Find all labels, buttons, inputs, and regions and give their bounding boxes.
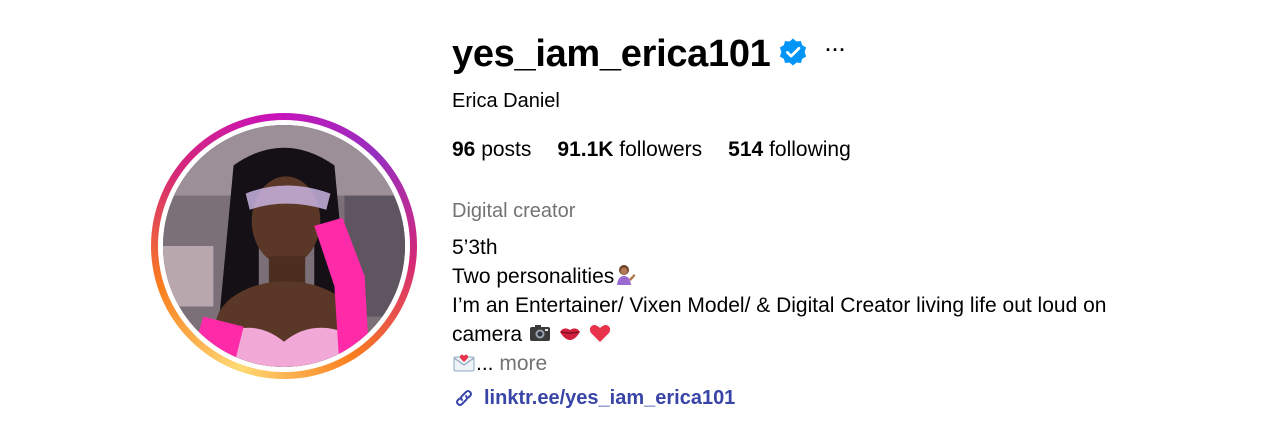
bio-line-personalities: Two personalities <box>452 262 1212 291</box>
kiss-mark-emoji-icon <box>559 328 580 340</box>
verified-badge-icon <box>779 38 807 66</box>
followers-label: followers <box>619 138 703 161</box>
ellipsis-icon: ··· <box>825 40 847 60</box>
posts-label: posts <box>481 138 532 161</box>
full-name: Erica Daniel <box>452 90 560 112</box>
posts-stat: 96 posts <box>452 136 531 164</box>
external-link[interactable]: linktr.ee/yes_iam_erica101 <box>452 384 735 412</box>
followers-count: 91.1K <box>557 138 614 161</box>
bio-line-3-text: I’m an Entertainer/ Vixen Model/ & Digit… <box>452 294 1107 317</box>
bio-line-description: I’m an Entertainer/ Vixen Model/ & Digit… <box>452 291 1212 320</box>
link-icon <box>456 390 472 406</box>
category-label: Digital creator <box>452 200 576 222</box>
profile-header: yes_iam_erica101 ··· Erica Daniel 96 pos… <box>0 0 1279 431</box>
camera-emoji-icon <box>529 325 550 341</box>
ellipsis-text: ... <box>476 352 494 375</box>
woman-tipping-hand-emoji-icon <box>617 265 636 285</box>
love-letter-emoji-icon <box>453 354 475 372</box>
posts-count: 96 <box>452 138 476 161</box>
following-stat[interactable]: 514 following <box>728 136 851 164</box>
bio-more-button[interactable]: more <box>499 352 547 375</box>
profile-stats: 96 posts 91.1K followers 514 following <box>452 136 851 164</box>
following-count: 514 <box>728 138 764 161</box>
red-heart-emoji-icon <box>589 325 610 342</box>
more-options-button[interactable]: ··· <box>822 36 850 64</box>
story-ring-avatar[interactable] <box>151 113 417 379</box>
bio-line-height: 5’3th <box>452 233 1212 262</box>
username[interactable]: yes_iam_erica101 <box>452 30 771 78</box>
link-url-text: linktr.ee/yes_iam_erica101 <box>484 387 736 409</box>
avatar-gap <box>158 120 410 372</box>
bio: 5’3th Two personalities I’m an Entertain… <box>452 233 1212 378</box>
bio-line-truncated: ... more <box>452 349 1212 378</box>
profile-photo <box>163 125 405 367</box>
bio-line-4-text: camera <box>452 323 523 346</box>
followers-stat[interactable]: 91.1K followers <box>557 136 702 164</box>
bio-line-2-text: Two personalities <box>452 265 615 288</box>
avatar <box>163 125 405 367</box>
bio-line-camera: camera <box>452 320 1212 349</box>
following-label: following <box>769 138 851 161</box>
bio-line-1-text: 5’3th <box>452 236 498 259</box>
